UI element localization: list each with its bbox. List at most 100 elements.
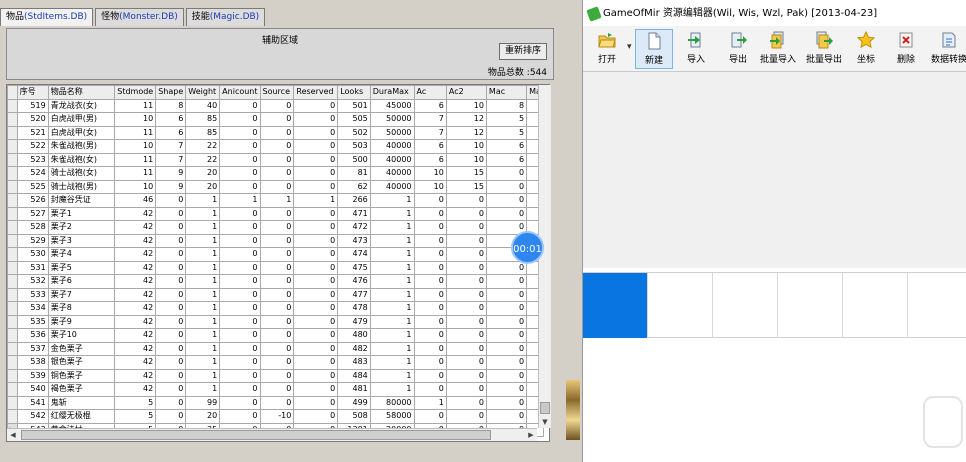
table-cell[interactable]: 42	[114, 206, 157, 221]
table-cell[interactable]: 520	[16, 112, 49, 127]
table-cell[interactable]: 6	[413, 98, 447, 113]
table-cell[interactable]: 0	[259, 166, 295, 181]
table-cell[interactable]: 0	[485, 193, 528, 208]
table-cell[interactable]: 0	[293, 287, 339, 302]
table-cell[interactable]: 40000	[369, 179, 415, 194]
table-cell[interactable]: 0	[155, 314, 187, 329]
table-cell[interactable]: 栗子8	[47, 301, 116, 316]
table-cell[interactable]: 0	[259, 260, 295, 275]
table-row[interactable]: 534 栗子8 42 0 1 0 0 0 478 1 0 0 0	[7, 301, 549, 316]
toolbar-button-new-file[interactable]: 新建	[635, 29, 673, 69]
table-cell[interactable]: 0	[259, 314, 295, 329]
table-cell[interactable]: 0	[413, 260, 447, 275]
table-cell[interactable]: 0	[259, 382, 295, 397]
table-cell[interactable]: 10	[413, 179, 447, 194]
image-preview-area[interactable]	[583, 72, 966, 268]
table-cell[interactable]: 1	[369, 341, 415, 356]
thumbnail-cell[interactable]	[843, 273, 908, 338]
toolbar-button-batch-export[interactable]: 批量导出	[803, 29, 845, 69]
table-cell[interactable]: 505	[337, 112, 371, 127]
row-indicator[interactable]	[7, 125, 18, 140]
table-cell[interactable]: 6	[413, 139, 447, 154]
table-cell[interactable]: 477	[337, 287, 371, 302]
table-cell[interactable]: 0	[485, 166, 528, 181]
table-cell[interactable]: 42	[114, 328, 157, 343]
table-cell[interactable]: 10	[413, 166, 447, 181]
table-cell[interactable]: 500	[337, 152, 371, 167]
table-cell[interactable]: 527	[16, 206, 49, 221]
table-row[interactable]: 533 栗子7 42 0 1 0 0 0 477 1 0 0 0	[7, 287, 549, 302]
table-cell[interactable]: 0	[259, 112, 295, 127]
table-cell[interactable]: 42	[114, 260, 157, 275]
table-cell[interactable]: 0	[219, 328, 261, 343]
row-indicator[interactable]	[7, 152, 18, 167]
table-cell[interactable]: 0	[293, 301, 339, 316]
table-cell[interactable]: 1	[185, 355, 221, 370]
table-row[interactable]: 540 褐色栗子 42 0 1 0 0 0 481 1 0 0 0	[7, 382, 549, 397]
table-cell[interactable]: 1	[185, 220, 221, 235]
table-cell[interactable]: 15	[445, 166, 487, 181]
table-cell[interactable]: 0	[485, 301, 528, 316]
table-cell[interactable]: 0	[219, 98, 261, 113]
table-cell[interactable]: 1	[413, 395, 447, 410]
table-cell[interactable]: 7	[155, 152, 187, 167]
table-cell[interactable]: 0	[445, 220, 487, 235]
table-cell[interactable]: 0	[219, 247, 261, 262]
table-cell[interactable]: 503	[337, 139, 371, 154]
table-row[interactable]: 519 青龙战衣(女) 11 8 40 0 0 0 501 45000 6 10 8	[7, 98, 549, 113]
table-cell[interactable]: 1	[185, 193, 221, 208]
table-cell[interactable]: 475	[337, 260, 371, 275]
table-cell[interactable]: 0	[259, 287, 295, 302]
table-row[interactable]: 520 白虎战甲(男) 10 6 85 0 0 0 505 50000 7 12 5	[7, 112, 549, 127]
table-cell[interactable]: 1	[369, 301, 415, 316]
table-cell[interactable]: 0	[413, 193, 447, 208]
table-cell[interactable]: 0	[259, 220, 295, 235]
table-cell[interactable]: 7	[155, 139, 187, 154]
table-cell[interactable]: 0	[293, 355, 339, 370]
table-cell[interactable]: 0	[485, 287, 528, 302]
table-cell[interactable]: 0	[155, 193, 187, 208]
table-cell[interactable]: 0	[293, 152, 339, 167]
thumbnail-cell[interactable]	[778, 273, 843, 338]
table-cell[interactable]: 540	[16, 382, 49, 397]
table-cell[interactable]: 1	[369, 220, 415, 235]
table-cell[interactable]: 0	[485, 179, 528, 194]
table-cell[interactable]: 0	[293, 98, 339, 113]
thumbnail-cell[interactable]	[908, 273, 966, 338]
table-cell[interactable]: 0	[155, 355, 187, 370]
table-cell[interactable]: 0	[155, 220, 187, 235]
table-cell[interactable]: 10	[114, 179, 157, 194]
table-cell[interactable]: 0	[219, 395, 261, 410]
table-cell[interactable]: 40000	[369, 166, 415, 181]
table-cell[interactable]: 1	[185, 301, 221, 316]
table-cell[interactable]: 0	[413, 314, 447, 329]
row-indicator[interactable]	[7, 206, 18, 221]
table-cell[interactable]: 5	[485, 112, 528, 127]
table-cell[interactable]: 0	[293, 341, 339, 356]
toolbar-button-open-folder[interactable]: 打开	[589, 29, 625, 69]
table-cell[interactable]: 42	[114, 341, 157, 356]
table-row[interactable]: 531 栗子5 42 0 1 0 0 0 475 1 0 0 0	[7, 260, 549, 275]
table-cell[interactable]: 0	[293, 260, 339, 275]
table-cell[interactable]: 0	[293, 395, 339, 410]
row-indicator[interactable]	[7, 341, 18, 356]
row-indicator[interactable]	[7, 395, 18, 410]
table-cell[interactable]: 0	[445, 287, 487, 302]
table-cell[interactable]: 栗子7	[47, 287, 116, 302]
table-cell[interactable]: 524	[16, 166, 49, 181]
table-row[interactable]: 523 朱雀战袍(女) 11 7 22 0 0 0 500 40000 6 10 6	[7, 152, 549, 167]
table-cell[interactable]: 0	[445, 328, 487, 343]
table-cell[interactable]: 0	[219, 233, 261, 248]
table-cell[interactable]: 0	[293, 139, 339, 154]
table-cell[interactable]: 6	[155, 125, 187, 140]
table-cell[interactable]: 1	[185, 382, 221, 397]
table-cell[interactable]: 1	[185, 206, 221, 221]
scroll-right-icon[interactable]: ▶	[525, 429, 537, 441]
table-cell[interactable]: 535	[16, 314, 49, 329]
table-cell[interactable]: 22	[185, 152, 221, 167]
table-cell[interactable]: 534	[16, 301, 49, 316]
table-cell[interactable]: 0	[445, 274, 487, 289]
table-cell[interactable]: 1	[185, 233, 221, 248]
table-cell[interactable]: 0	[155, 301, 187, 316]
table-cell[interactable]: 0	[413, 206, 447, 221]
